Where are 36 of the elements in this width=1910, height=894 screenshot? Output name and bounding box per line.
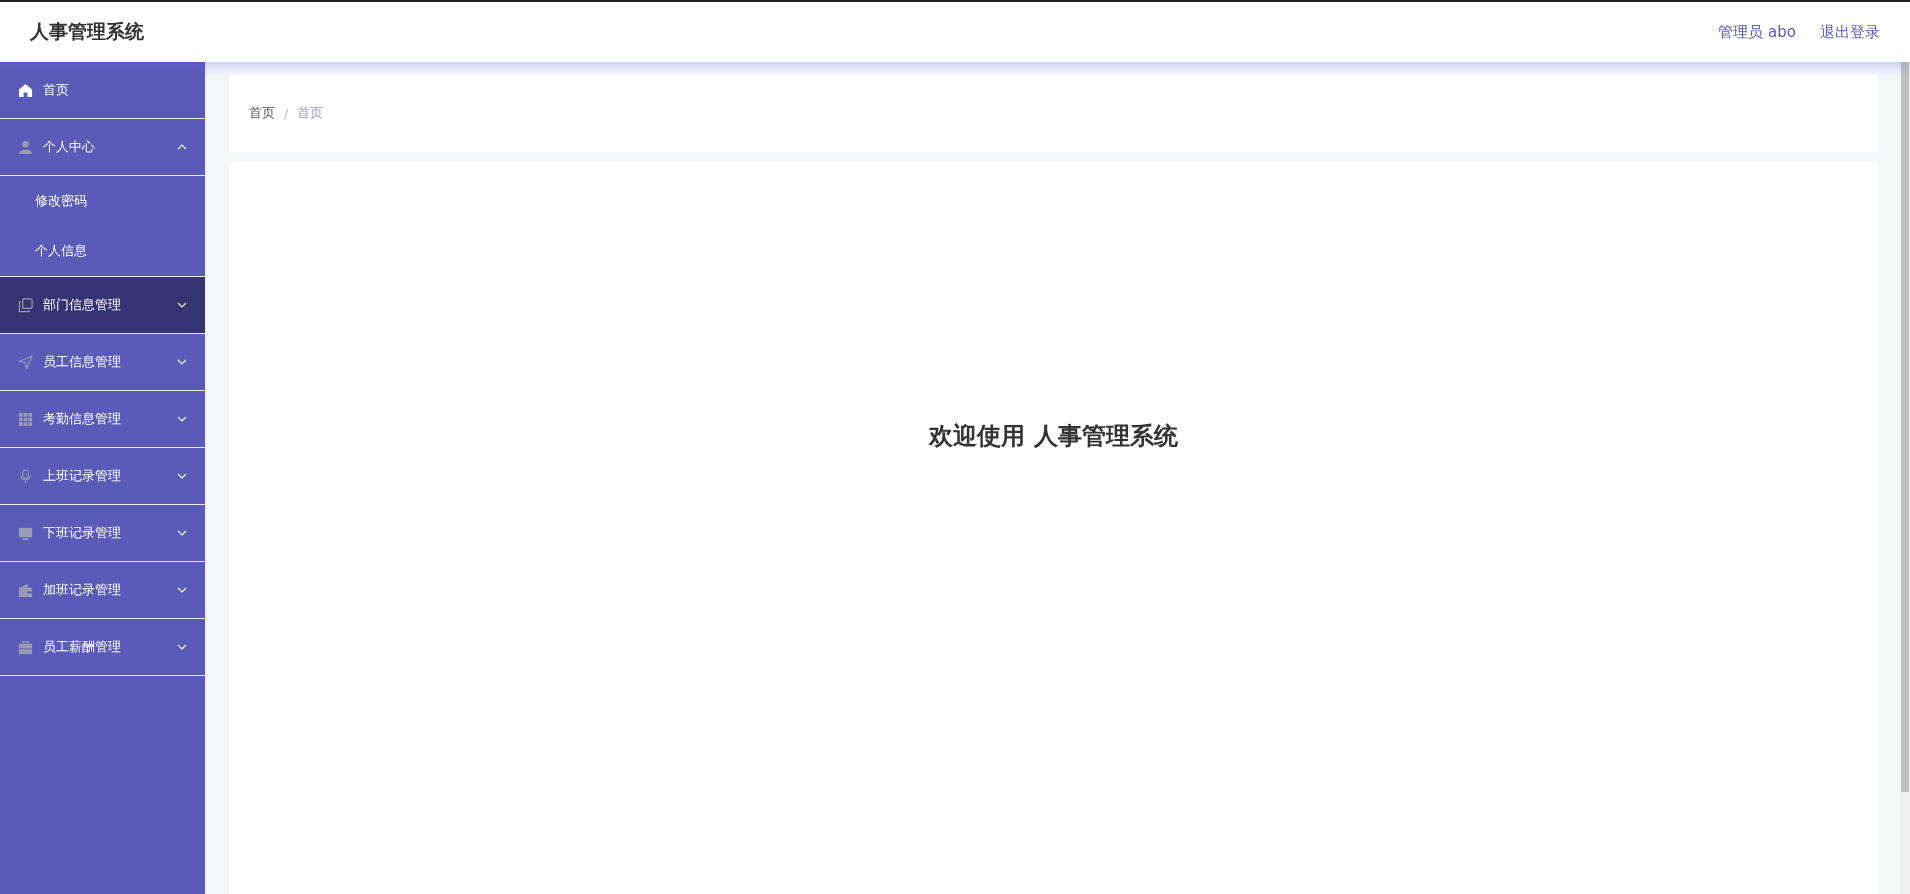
breadcrumb-item: 首页 (297, 104, 324, 122)
user-name: 管理员 abo (1718, 22, 1796, 42)
sidebar-menu-item[interactable]: 下班记录管理 (0, 505, 205, 562)
copy-icon (18, 297, 33, 313)
monitor-icon (18, 525, 33, 541)
chevron-icon (177, 142, 187, 152)
chevron-icon (177, 414, 187, 424)
grid-icon (18, 411, 33, 427)
microphone-icon (18, 468, 33, 484)
app-title: 人事管理系统 (30, 19, 144, 44)
logout-link[interactable]: 退出登录 (1820, 22, 1880, 42)
chevron-icon (177, 642, 187, 652)
user-icon (18, 139, 33, 155)
send-icon (18, 354, 33, 370)
briefcase-icon (18, 639, 33, 655)
chevron-icon (177, 585, 187, 595)
sidebar-menu-item[interactable]: 考勤信息管理 (0, 391, 205, 448)
chevron-icon (177, 300, 187, 310)
sidebar-menu-item[interactable]: 部门信息管理 (0, 277, 205, 334)
chevron-icon (177, 471, 187, 481)
sidebar-menu-item[interactable]: 个人中心 (0, 119, 205, 176)
home-icon (18, 82, 33, 98)
chevron-icon (177, 357, 187, 367)
breadcrumb-separator: / (284, 105, 289, 121)
welcome-message: 欢迎使用 人事管理系统 (929, 421, 1178, 452)
chevron-icon (177, 528, 187, 538)
submenu-item[interactable]: 个人信息 (0, 226, 205, 276)
sidebar-menu-item[interactable]: 加班记录管理 (0, 562, 205, 619)
breadcrumb-item[interactable]: 首页 (249, 104, 275, 122)
sidebar-menu-item[interactable]: 员工信息管理 (0, 334, 205, 391)
sidebar-menu-item[interactable]: 上班记录管理 (0, 448, 205, 505)
wallet-icon (18, 582, 33, 598)
scrollbar[interactable] (1900, 62, 1910, 894)
submenu-item[interactable]: 修改密码 (0, 176, 205, 226)
sidebar-menu-item[interactable]: 员工薪酬管理 (0, 619, 205, 676)
sidebar-menu-item[interactable]: 首页 (0, 62, 205, 119)
